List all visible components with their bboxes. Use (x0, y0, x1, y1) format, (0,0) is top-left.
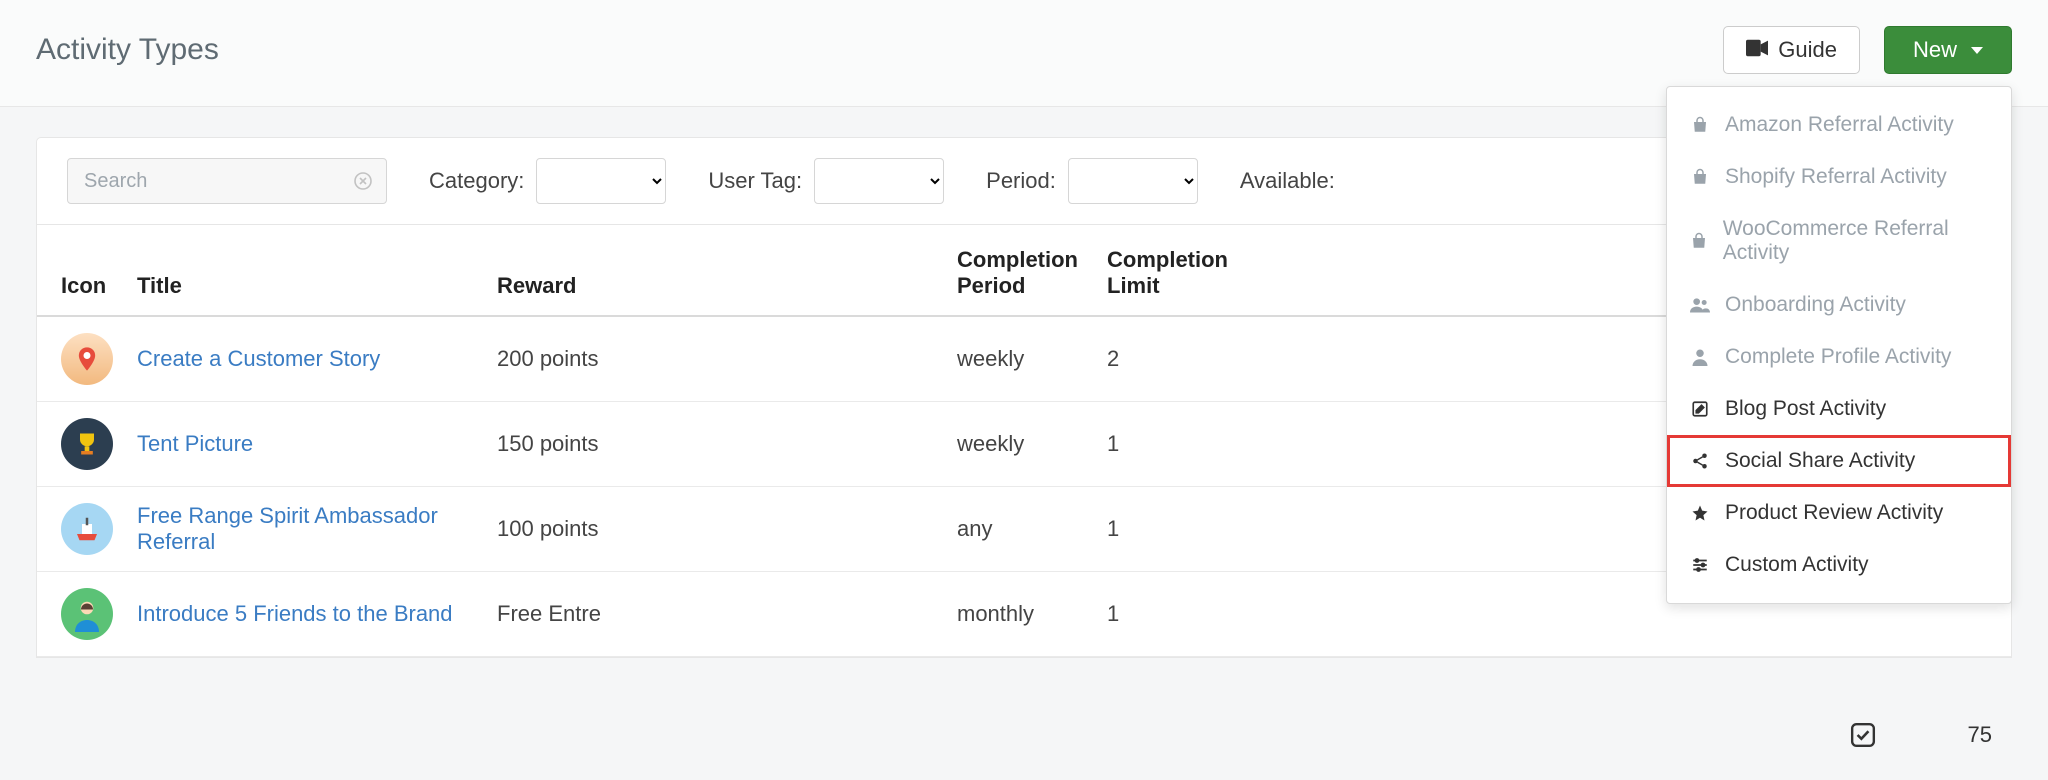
person-icon (61, 588, 113, 640)
dropdown-item: Shopify Referral Activity (1667, 151, 2011, 203)
dropdown-item: Complete Profile Activity (1667, 331, 2011, 383)
new-label: New (1913, 37, 1957, 63)
activity-title-link[interactable]: Free Range Spirit Ambassador Referral (137, 503, 438, 554)
activity-limit: 2 (1097, 316, 1247, 402)
dropdown-item: WooCommerce Referral Activity (1667, 203, 2011, 279)
activity-period: monthly (947, 572, 1097, 657)
activity-limit: 1 (1097, 572, 1247, 657)
activity-title-link[interactable]: Tent Picture (137, 431, 253, 456)
activity-title-link[interactable]: Introduce 5 Friends to the Brand (137, 601, 453, 626)
dropdown-item-label: Onboarding Activity (1725, 293, 1906, 317)
bag-icon (1689, 232, 1709, 250)
dropdown-item-label: Amazon Referral Activity (1725, 113, 1954, 137)
dropdown-item[interactable]: Product Review Activity (1667, 487, 2011, 539)
available-label: Available: (1240, 168, 1335, 194)
ship-icon (61, 503, 113, 555)
activity-title-link[interactable]: Create a Customer Story (137, 346, 380, 371)
col-header-completion-limit[interactable]: Completion Limit (1097, 225, 1247, 316)
star-icon (1689, 504, 1711, 522)
guide-label: Guide (1778, 37, 1837, 63)
user-icon (1689, 348, 1711, 366)
category-label: Category: (429, 168, 524, 194)
dropdown-item-label: Shopify Referral Activity (1725, 165, 1947, 189)
period-select[interactable] (1068, 158, 1198, 204)
new-dropdown: Amazon Referral Activity Shopify Referral… (1666, 86, 2012, 604)
share-icon (1689, 452, 1711, 470)
user-tag-label: User Tag: (708, 168, 802, 194)
activity-limit: 1 (1097, 487, 1247, 572)
bag-icon (1689, 168, 1711, 186)
table-peek-row: 75 (1848, 720, 1992, 750)
dropdown-item-label: Complete Profile Activity (1725, 345, 1951, 369)
period-label: Period: (986, 168, 1056, 194)
trophy-icon (61, 418, 113, 470)
activity-reward: Free Entre (487, 572, 947, 657)
activity-period: weekly (947, 402, 1097, 487)
users-icon (1689, 297, 1711, 313)
dropdown-item-label: WooCommerce Referral Activity (1723, 217, 1989, 265)
new-button[interactable]: New (1884, 26, 2012, 74)
dropdown-item: Amazon Referral Activity (1667, 99, 2011, 151)
dropdown-item-label: Custom Activity (1725, 553, 1869, 577)
col-header-icon[interactable]: Icon (37, 225, 127, 316)
dropdown-item[interactable]: Custom Activity (1667, 539, 2011, 591)
sliders-icon (1689, 556, 1711, 574)
activity-reward: 200 points (487, 316, 947, 402)
dropdown-item[interactable]: Social Share Activity (1667, 435, 2011, 487)
activity-limit: 1 (1097, 402, 1247, 487)
dropdown-item-label: Blog Post Activity (1725, 397, 1886, 421)
search-input[interactable] (67, 158, 387, 204)
dropdown-item[interactable]: Blog Post Activity (1667, 383, 2011, 435)
activity-reward: 100 points (487, 487, 947, 572)
activity-period: weekly (947, 316, 1097, 402)
caret-down-icon (1971, 47, 1983, 54)
activity-reward: 150 points (487, 402, 947, 487)
bag-icon (1689, 116, 1711, 134)
activity-period: any (947, 487, 1097, 572)
edit-icon (1689, 400, 1711, 418)
page-title: Activity Types (36, 33, 219, 67)
dropdown-item-label: Product Review Activity (1725, 501, 1943, 525)
category-select[interactable] (536, 158, 666, 204)
video-icon (1746, 37, 1768, 63)
user-tag-select[interactable] (814, 158, 944, 204)
dropdown-item: Onboarding Activity (1667, 279, 2011, 331)
col-header-completion-period[interactable]: Completion Period (947, 225, 1097, 316)
col-header-title[interactable]: Title (127, 225, 487, 316)
check-badge-icon (1848, 720, 1878, 750)
col-header-reward[interactable]: Reward (487, 225, 947, 316)
guide-button[interactable]: Guide (1723, 26, 1860, 74)
pin-icon (61, 333, 113, 385)
dropdown-item-label: Social Share Activity (1725, 449, 1915, 473)
peek-value: 75 (1968, 722, 1992, 748)
clear-icon[interactable] (353, 171, 373, 191)
